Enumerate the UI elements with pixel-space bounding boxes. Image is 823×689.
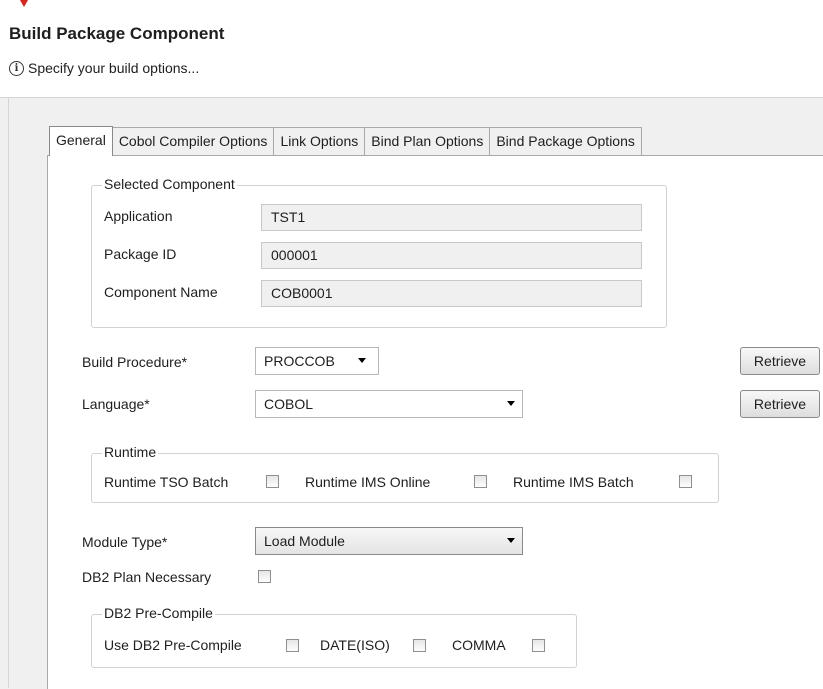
language-value: COBOL	[264, 396, 314, 412]
build-procedure-label: Build Procedure*	[82, 354, 188, 370]
runtime-tso-batch-label: Runtime TSO Batch	[104, 474, 229, 490]
dialog-title: Build Package Component	[9, 24, 225, 43]
db2-precompile-title: DB2 Pre-Compile	[102, 605, 215, 621]
module-type-value: Load Module	[264, 533, 345, 549]
tab-link-options[interactable]: Link Options	[273, 127, 366, 155]
date-iso-checkbox[interactable]	[413, 639, 426, 652]
runtime-group: Runtime Runtime TSO Batch Runtime IMS On…	[91, 444, 719, 503]
language-retrieve-button[interactable]: Retrieve	[740, 390, 820, 418]
application-label: Application	[104, 208, 173, 224]
package-id-label: Package ID	[104, 246, 177, 262]
chevron-down-icon	[358, 358, 366, 363]
selected-component-group: Selected Component Application TST1 Pack…	[91, 176, 667, 328]
comma-label: COMMA	[452, 637, 506, 653]
date-iso-label: DATE(ISO)	[320, 637, 390, 653]
tab-general[interactable]: General	[49, 126, 113, 156]
dialog-header: Build Package Component i Specify your b…	[0, 0, 823, 98]
application-field: TST1	[261, 204, 642, 231]
runtime-ims-batch-checkbox[interactable]	[679, 475, 692, 488]
language-select[interactable]: COBOL	[255, 390, 523, 418]
drop-marker-icon	[20, 0, 28, 7]
use-db2-precompile-label: Use DB2 Pre-Compile	[104, 637, 242, 653]
info-icon: i	[9, 61, 24, 76]
runtime-ims-online-checkbox[interactable]	[474, 475, 487, 488]
build-procedure-value: PROCCOB	[264, 353, 335, 369]
tab-cobol-compiler-options[interactable]: Cobol Compiler Options	[111, 127, 275, 155]
component-name-label: Component Name	[104, 284, 218, 300]
comma-checkbox[interactable]	[532, 639, 545, 652]
db2-precompile-group: DB2 Pre-Compile Use DB2 Pre-Compile DATE…	[91, 605, 577, 668]
language-label: Language*	[82, 396, 150, 412]
db2-plan-necessary-checkbox[interactable]	[258, 570, 271, 583]
runtime-ims-online-label: Runtime IMS Online	[305, 474, 431, 490]
module-type-label: Module Type*	[82, 534, 168, 550]
selected-component-title: Selected Component	[102, 176, 237, 192]
dialog-left-border	[8, 97, 9, 688]
runtime-ims-batch-label: Runtime IMS Batch	[513, 474, 634, 490]
general-tab-panel: Selected Component Application TST1 Pack…	[47, 155, 823, 689]
component-name-field: COB0001	[261, 280, 642, 307]
package-id-field: 000001	[261, 242, 642, 269]
build-procedure-select[interactable]: PROCCOB	[255, 347, 379, 375]
chevron-down-icon	[507, 538, 515, 543]
tab-bind-package-options[interactable]: Bind Package Options	[489, 127, 642, 155]
runtime-tso-batch-checkbox[interactable]	[266, 475, 279, 488]
tab-bind-plan-options[interactable]: Bind Plan Options	[364, 127, 491, 155]
tab-bar: General Cobol Compiler Options Link Opti…	[49, 126, 642, 156]
use-db2-precompile-checkbox[interactable]	[286, 639, 299, 652]
db2-plan-necessary-label: DB2 Plan Necessary	[82, 569, 212, 585]
build-procedure-retrieve-button[interactable]: Retrieve	[740, 347, 820, 375]
dialog-subtitle: Specify your build options...	[28, 60, 200, 76]
module-type-select[interactable]: Load Module	[255, 527, 523, 555]
runtime-title: Runtime	[102, 444, 159, 460]
chevron-down-icon	[507, 401, 515, 406]
